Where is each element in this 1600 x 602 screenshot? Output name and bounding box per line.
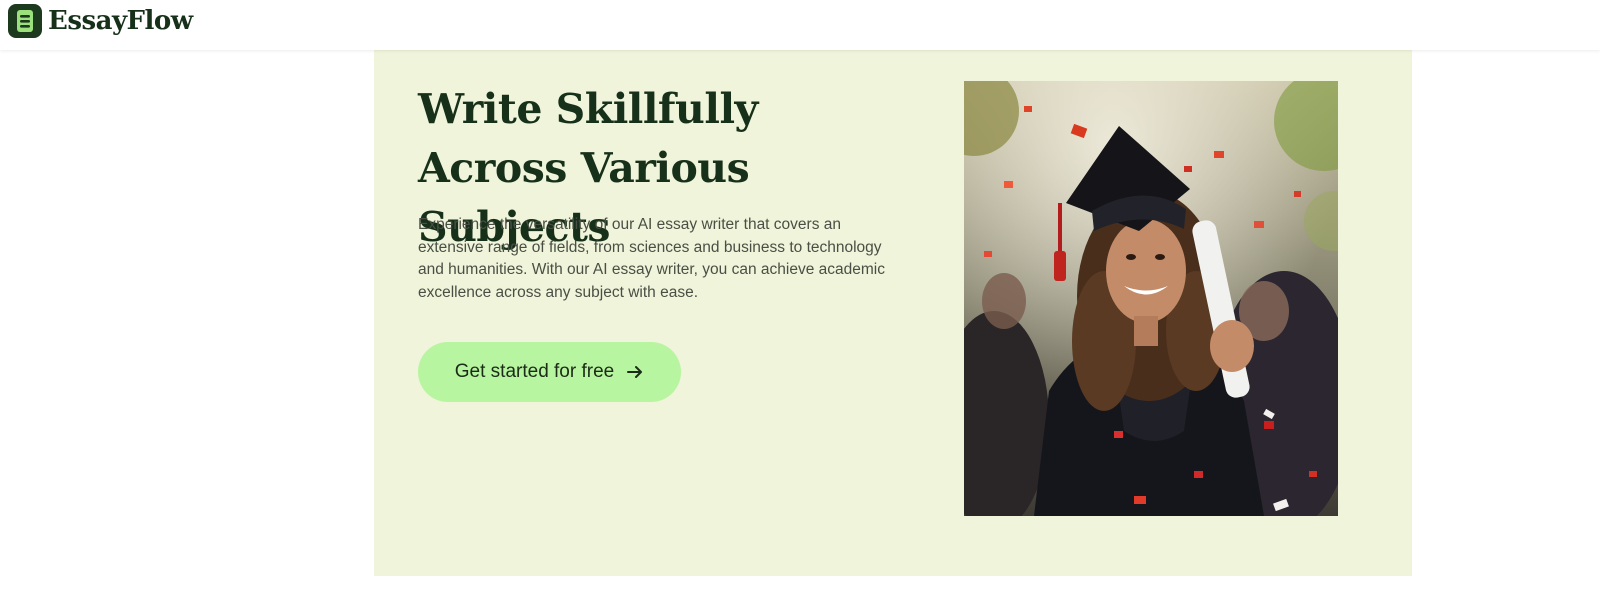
top-navigation-bar: EssayFlow (0, 0, 1600, 50)
notebook-icon (8, 4, 42, 38)
arrow-right-icon (627, 366, 643, 378)
hero-description: Experience the versatility of our AI ess… (418, 216, 885, 301)
get-started-label: Get started for free (454, 361, 615, 382)
graduate-illustration (964, 81, 1338, 516)
logo-text: EssayFlow (48, 6, 193, 36)
get-started-button[interactable]: Get started for free (418, 342, 681, 402)
graduate-photo (964, 81, 1338, 516)
hero-section: Write Skillfully Across Various Subjects… (374, 50, 1412, 576)
logo-link[interactable]: EssayFlow (8, 4, 193, 38)
